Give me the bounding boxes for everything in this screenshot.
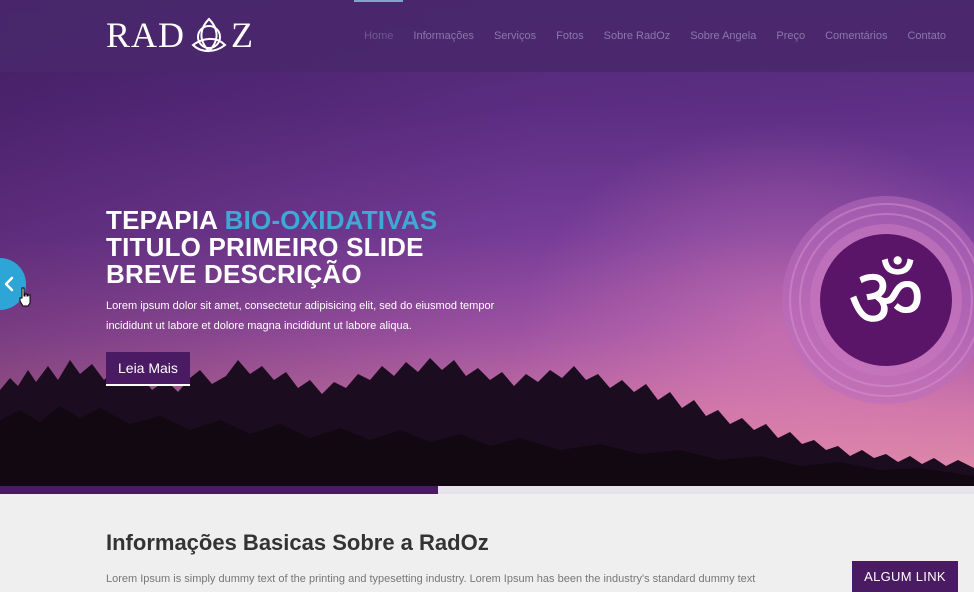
info-title: Informações Basicas Sobre a RadOz (106, 530, 489, 555)
slide-title: TEPAPIA BIO-OXIDATIVAS TITULO PRIMEIRO S… (106, 207, 526, 288)
slider-progress (0, 486, 974, 494)
chevron-left-icon (4, 276, 14, 292)
slide-title-line2: TITULO PRIMEIRO SLIDE (106, 232, 424, 262)
logo-text-end: Z (231, 15, 255, 55)
info-text: Lorem Ipsum is simply dummy text of the … (106, 573, 756, 585)
nav-item-sobre-radoz[interactable]: Sobre RadOz (594, 0, 681, 72)
slide-title-prefix: TEPAPIA (106, 205, 225, 235)
slide-content: TEPAPIA BIO-OXIDATIVAS TITULO PRIMEIRO S… (106, 207, 526, 386)
logo[interactable]: RAD Z (106, 12, 254, 58)
nav-item-comentarios[interactable]: Comentários (815, 0, 897, 72)
nav-item-preco[interactable]: Preço (766, 0, 815, 72)
mouse-cursor-icon (19, 287, 31, 307)
nav-item-informacoes[interactable]: Informações (403, 0, 484, 72)
nav-item-sobre-angela[interactable]: Sobre Angela (680, 0, 766, 72)
nav-item-servicos[interactable]: Serviços (484, 0, 546, 72)
triquetra-knot-icon (191, 17, 227, 53)
algum-link-button[interactable]: ALGUM LINK (852, 561, 958, 592)
slide-description: Lorem ipsum dolor sit amet, consectetur … (106, 300, 495, 332)
nav-item-contato[interactable]: Contato (897, 0, 956, 72)
leia-mais-button[interactable]: Leia Mais (106, 352, 190, 386)
om-symbol-icon: ॐ (782, 196, 974, 404)
slide-title-accent: BIO-OXIDATIVAS (224, 205, 438, 235)
slider-progress-fill (0, 486, 439, 494)
navbar: RAD Z Home Informações Serviços Fotos So… (0, 0, 974, 72)
info-section: Informações Basicas Sobre a RadOz Lorem … (106, 530, 756, 592)
nav-item-fotos[interactable]: Fotos (546, 0, 594, 72)
svg-text:ॐ: ॐ (848, 249, 925, 347)
logo-text: RAD (106, 15, 186, 55)
slide-title-line3: BREVE DESCRIÇÃO (106, 259, 362, 289)
nav-item-home[interactable]: Home (354, 0, 404, 72)
main-nav: Home Informações Serviços Fotos Sobre Ra… (354, 0, 956, 72)
